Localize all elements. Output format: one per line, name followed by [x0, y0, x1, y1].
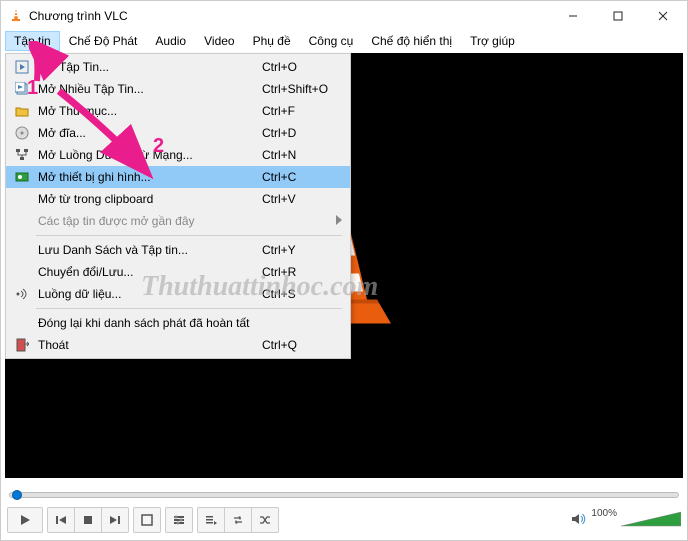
menu-item-shortcut: Ctrl+V [262, 192, 342, 206]
play-file-icon [10, 60, 34, 74]
menu-item-shortcut: Ctrl+R [262, 265, 342, 279]
folder-icon [10, 104, 34, 118]
menu-item-shortcut: Ctrl+Shift+O [262, 82, 342, 96]
menu-tr-gi-p[interactable]: Trợ giúp [461, 31, 524, 51]
title-bar: Chương trình VLC [1, 1, 687, 31]
menu-item-4[interactable]: Mở Luồng Dữ liệu từ Mạng...Ctrl+N [6, 144, 350, 166]
fullscreen-button[interactable] [133, 507, 161, 533]
ext-settings-button[interactable] [165, 507, 193, 533]
menu-item-label: Thoát [34, 338, 262, 352]
menu-item-label: Chuyển đổi/Lưu... [34, 265, 262, 279]
play-button[interactable] [7, 507, 43, 533]
menu-item-2[interactable]: Mở Thư mục...Ctrl+F [6, 100, 350, 122]
volume-slider[interactable] [621, 510, 681, 530]
window-title: Chương trình VLC [29, 9, 550, 23]
menu-item-label: Mở Nhiều Tập Tin... [34, 82, 262, 96]
menu-ch-hi-n-th-[interactable]: Chế độ hiển thị [362, 31, 461, 51]
vlc-cone-icon [9, 8, 23, 25]
playlist-button[interactable] [197, 507, 225, 533]
menu-item-label: Mở Thư mục... [34, 104, 262, 118]
menu-item-1[interactable]: Mở Nhiều Tập Tin...Ctrl+Shift+O [6, 78, 350, 100]
menu-c-ng-c-[interactable]: Công cụ [300, 31, 363, 51]
prev-button[interactable] [47, 507, 75, 533]
menu-item-9[interactable]: Lưu Danh Sách và Tập tin...Ctrl+Y [6, 239, 350, 261]
menu-item-shortcut: Ctrl+F [262, 104, 342, 118]
menu-ch-ph-t[interactable]: Chế Độ Phát [60, 31, 147, 51]
quit-icon [10, 338, 34, 352]
minimize-button[interactable] [550, 2, 595, 30]
menu-item-label: Mở thiết bị ghi hình... [34, 170, 262, 184]
menu-item-shortcut: Ctrl+Q [262, 338, 342, 352]
stop-button[interactable] [74, 507, 102, 533]
shuffle-button[interactable] [251, 507, 279, 533]
play-files-icon [10, 82, 34, 96]
menu-item-label: Đóng lại khi danh sách phát đã hoàn tất [34, 316, 262, 330]
menu-item-13[interactable]: Đóng lại khi danh sách phát đã hoàn tất [6, 312, 350, 334]
menu-item-label: Mở đĩa... [34, 126, 262, 140]
menu-item-6[interactable]: Mở từ trong clipboardCtrl+V [6, 188, 350, 210]
menu-item-shortcut: Ctrl+O [262, 60, 342, 74]
menu-item-10[interactable]: Chuyển đổi/Lưu...Ctrl+R [6, 261, 350, 283]
capture-icon [10, 170, 34, 184]
close-button[interactable] [640, 2, 685, 30]
menu-ph-[interactable]: Phụ đề [244, 31, 300, 51]
volume-control[interactable]: 100% [571, 510, 681, 530]
menu-item-label: Luồng dữ liệu... [34, 287, 262, 301]
menu-item-label: Các tập tin được mở gần đây [34, 214, 336, 228]
menu-t-p-tin[interactable]: Tập tin [5, 31, 60, 51]
seek-knob[interactable] [12, 490, 22, 500]
file-menu-dropdown: Mở Tập Tin...Ctrl+OMở Nhiều Tập Tin...Ct… [5, 53, 351, 359]
speaker-icon[interactable] [571, 512, 587, 529]
controls-bar: 100% [7, 506, 681, 534]
menu-video[interactable]: Video [195, 31, 243, 51]
menu-item-label: Mở Tập Tin... [34, 60, 262, 74]
submenu-arrow-icon [336, 214, 342, 228]
menu-bar: Tập tinChế Độ PhátAudioVideoPhụ đềCông c… [1, 31, 687, 51]
stream-icon [10, 287, 34, 301]
menu-item-5[interactable]: Mở thiết bị ghi hình...Ctrl+C [6, 166, 350, 188]
menu-item-7: Các tập tin được mở gần đây [6, 210, 350, 232]
menu-item-shortcut: Ctrl+S [262, 287, 342, 301]
next-button[interactable] [101, 507, 129, 533]
menu-item-label: Lưu Danh Sách và Tập tin... [34, 243, 262, 257]
maximize-button[interactable] [595, 2, 640, 30]
menu-separator [36, 235, 342, 236]
menu-item-11[interactable]: Luồng dữ liệu...Ctrl+S [6, 283, 350, 305]
menu-item-label: Mở từ trong clipboard [34, 192, 262, 206]
network-icon [10, 148, 34, 162]
loop-button[interactable] [224, 507, 252, 533]
menu-item-0[interactable]: Mở Tập Tin...Ctrl+O [6, 56, 350, 78]
seek-bar[interactable] [9, 488, 679, 502]
menu-item-3[interactable]: Mở đĩa...Ctrl+D [6, 122, 350, 144]
menu-item-shortcut: Ctrl+C [262, 170, 342, 184]
menu-item-14[interactable]: ThoátCtrl+Q [6, 334, 350, 356]
menu-item-shortcut: Ctrl+N [262, 148, 342, 162]
volume-percent: 100% [591, 508, 617, 519]
menu-item-shortcut: Ctrl+D [262, 126, 342, 140]
seek-track[interactable] [9, 492, 679, 498]
menu-item-label: Mở Luồng Dữ liệu từ Mạng... [34, 148, 262, 162]
disc-icon [10, 126, 34, 140]
menu-separator [36, 308, 342, 309]
menu-item-shortcut: Ctrl+Y [262, 243, 342, 257]
menu-audio[interactable]: Audio [146, 31, 195, 51]
